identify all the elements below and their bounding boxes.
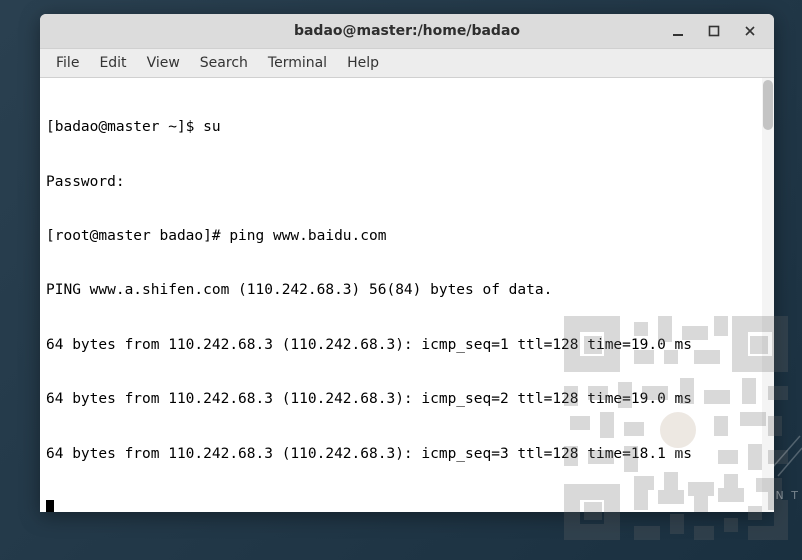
close-icon [744,25,756,37]
minimize-button[interactable] [660,15,696,47]
scrollbar[interactable] [762,78,774,512]
scrollbar-thumb[interactable] [763,80,773,130]
window-title: badao@master:/home/badao [294,23,520,39]
maximize-button[interactable] [696,15,732,47]
terminal-cursor-line [46,499,768,512]
menu-view[interactable]: View [137,51,190,75]
window-buttons [660,14,768,48]
terminal-line: Password: [46,173,768,191]
minimize-icon [672,25,684,37]
menubar: File Edit View Search Terminal Help [40,48,774,78]
terminal-window: badao@master:/home/badao File Edit View … [40,14,774,512]
terminal-line: PING www.a.shifen.com (110.242.68.3) 56(… [46,281,768,299]
decorative-slash-icon [772,418,802,478]
maximize-icon [708,25,720,37]
menu-edit[interactable]: Edit [89,51,136,75]
cursor-icon [46,500,54,512]
terminal-line: [badao@master ~]$ su [46,118,768,136]
close-button[interactable] [732,15,768,47]
terminal-output[interactable]: [badao@master ~]$ su Password: [root@mas… [40,78,774,512]
terminal-line: 64 bytes from 110.242.68.3 (110.242.68.3… [46,390,768,408]
terminal-line: 64 bytes from 110.242.68.3 (110.242.68.3… [46,445,768,463]
menu-search[interactable]: Search [190,51,258,75]
terminal-line: [root@master badao]# ping www.baidu.com [46,227,768,245]
menu-terminal[interactable]: Terminal [258,51,337,75]
menu-help[interactable]: Help [337,51,389,75]
titlebar[interactable]: badao@master:/home/badao [40,14,774,48]
terminal-line: 64 bytes from 110.242.68.3 (110.242.68.3… [46,336,768,354]
side-watermark-text: N T [776,489,800,502]
menu-file[interactable]: File [46,51,89,75]
